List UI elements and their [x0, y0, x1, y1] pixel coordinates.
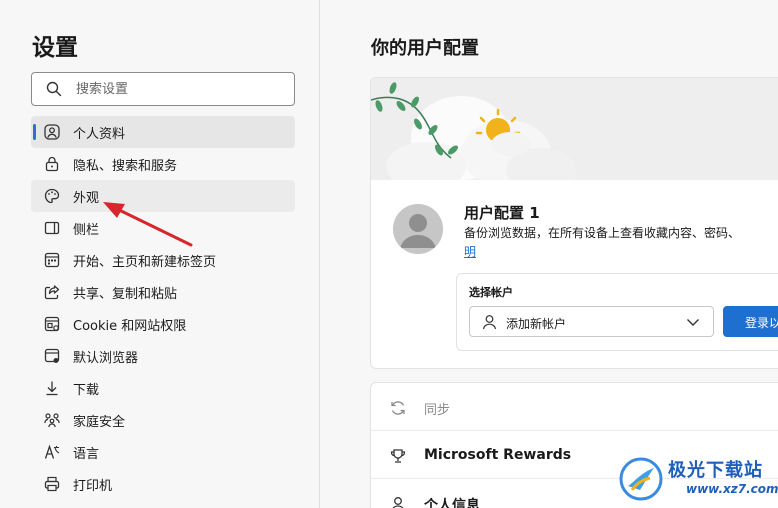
lock-icon [45, 156, 59, 172]
list-item-rewards[interactable]: Microsoft Rewards [371, 431, 778, 479]
default-avatar-icon [393, 204, 443, 254]
sidebar-item-label: 个人资料 [73, 127, 126, 142]
sync-icon [391, 401, 405, 415]
sign-in-button[interactable]: 登录以 [723, 306, 778, 337]
sidebar-item-printers[interactable]: 打印机 [31, 468, 295, 500]
browser-icon [44, 348, 60, 363]
sidebar-item-label: 开始、主页和新建标签页 [73, 255, 217, 270]
sidebar-item-label: 外观 [73, 191, 100, 206]
profile-description-link[interactable]: 明 [464, 243, 476, 260]
account-picker: 选择帐户 添加新帐户 登录以 [456, 273, 778, 351]
sidebar-item-privacy[interactable]: 隐私、搜索和服务 [31, 148, 295, 180]
profile-description: 备份浏览数据，在所有设备上查看收藏内容、密码、 [464, 226, 741, 240]
sidebar-item-start[interactable]: 开始、主页和新建标签页 [31, 244, 295, 276]
sidebar-title: 设置 [32, 35, 78, 61]
trophy-icon [390, 449, 406, 463]
sidebar-item-label: 打印机 [73, 479, 113, 494]
sidebar-item-cookies[interactable]: Cookie 和网站权限 [31, 308, 295, 340]
settings-nav: 个人资料 隐私、搜索和服务 外观 侧栏 开始、主页和新建标签页 共享、复制和粘贴… [31, 116, 295, 500]
sidebar-item-profile[interactable]: 个人资料 [31, 116, 295, 148]
sidebar-item-label: 侧栏 [73, 223, 100, 238]
list-item-personal-info[interactable]: 个人信息 [371, 479, 778, 508]
main-content: 你的用户配置 用户配置 1 备份浏览数据，在所有设备上查看收藏内容、密码、 明 … [321, 0, 778, 508]
share-icon [44, 285, 60, 300]
person-circle-icon [44, 124, 60, 140]
profile-banner-illustration [371, 78, 778, 180]
sidebar-item-share[interactable]: 共享、复制和粘贴 [31, 276, 295, 308]
search-icon [46, 81, 62, 97]
profile-name: 用户配置 1 [464, 204, 540, 222]
search-input[interactable] [76, 79, 286, 99]
sidebar-item-downloads[interactable]: 下载 [31, 372, 295, 404]
sidebar-item-languages[interactable]: 语言 [31, 436, 295, 468]
printer-icon [44, 476, 60, 492]
sidebar-item-label: 共享、复制和粘贴 [73, 287, 178, 302]
sidebar-item-sidebar[interactable]: 侧栏 [31, 212, 295, 244]
sidebar-item-appearance[interactable]: 外观 [31, 180, 295, 212]
sidebar-item-label: 下载 [73, 383, 100, 398]
settings-sidebar: 设置 个人资料 隐私、搜索和服务 [0, 0, 320, 508]
sidebar-item-family[interactable]: 家庭安全 [31, 404, 295, 436]
avatar [393, 204, 443, 254]
list-item-label: Microsoft Rewards [424, 447, 572, 463]
family-icon [44, 413, 60, 428]
sidebar-item-label: 默认浏览器 [73, 351, 139, 366]
sidebar-panel-icon [44, 221, 60, 235]
sidebar-item-default-browser[interactable]: 默认浏览器 [31, 340, 295, 372]
sidebar-item-label: 语言 [73, 447, 100, 462]
person-icon [482, 315, 497, 330]
list-item-sync[interactable]: 同步 [371, 383, 778, 431]
active-indicator [33, 124, 36, 140]
profile-settings-list: 同步 Microsoft Rewards 个人信息 [370, 382, 778, 508]
account-label: 选择帐户 [469, 286, 513, 299]
page-title: 你的用户配置 [371, 38, 479, 59]
sidebar-item-label: Cookie 和网站权限 [73, 319, 187, 334]
account-select[interactable]: 添加新帐户 [469, 306, 714, 337]
list-item-label: 个人信息 [424, 498, 480, 508]
site-permissions-icon [44, 316, 60, 332]
download-icon [46, 381, 58, 396]
search-box[interactable] [31, 72, 295, 106]
list-item-label: 同步 [424, 403, 451, 418]
sidebar-item-label: 家庭安全 [73, 415, 126, 430]
account-select-value: 添加新帐户 [506, 317, 567, 331]
sidebar-item-label: 隐私、搜索和服务 [73, 159, 178, 174]
palette-icon [44, 188, 60, 204]
home-grid-icon [44, 252, 60, 268]
chevron-down-icon [687, 319, 699, 326]
profile-card: 用户配置 1 备份浏览数据，在所有设备上查看收藏内容、密码、 明 选择帐户 添加… [370, 77, 778, 369]
person-icon [392, 497, 404, 508]
language-icon [44, 444, 60, 459]
